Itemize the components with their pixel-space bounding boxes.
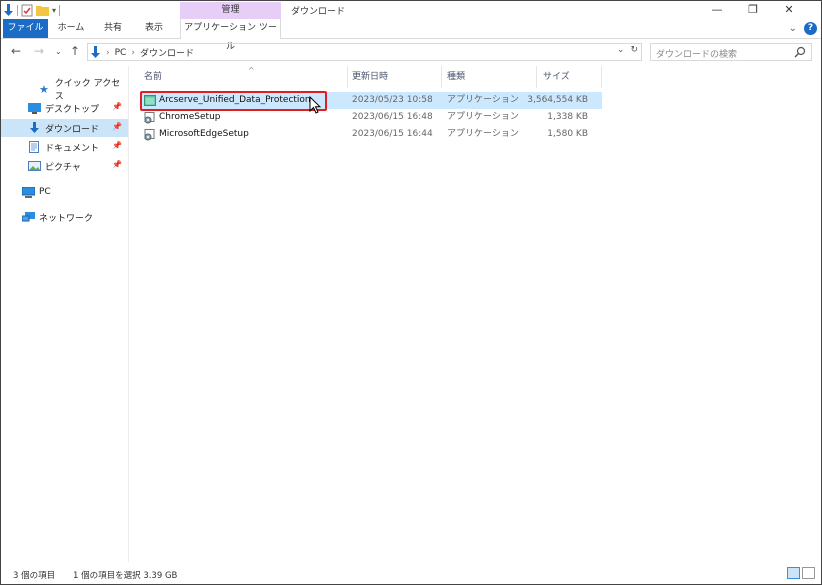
column-label: サイズ [543, 72, 570, 82]
nav-label: ドキュメント [45, 143, 100, 154]
column-header-size[interactable]: サイズ [537, 66, 602, 88]
column-header-name[interactable]: ^ 名前 [140, 66, 348, 88]
file-size: 1,338 KB [547, 112, 588, 122]
nav-network[interactable]: ネットワーク [1, 208, 128, 226]
up-icon[interactable]: ↑ [70, 44, 80, 58]
column-label: 名前 [144, 72, 163, 82]
nav-label: ダウンロード [45, 124, 100, 135]
nav-label: デスクトップ [45, 104, 100, 115]
back-icon[interactable]: ← [11, 44, 21, 58]
properties-icon[interactable] [21, 4, 33, 17]
tab-file[interactable]: ファイル [3, 19, 48, 38]
computer-icon [21, 186, 35, 198]
nav-label: ピクチャ [45, 162, 81, 173]
file-date: 2023/06/15 16:44 [352, 129, 433, 139]
down-arrow-icon[interactable] [3, 3, 14, 17]
column-header-type[interactable]: 種類 [442, 66, 537, 88]
setup-app-icon [144, 111, 155, 123]
nav-label: PC [39, 187, 51, 197]
navigation-bar: ← → ⌄ ↑ › PC › ダウンロード ⌄ ↻ ダウンロードの検索 [1, 40, 821, 64]
help-icon[interactable]: ? [804, 22, 817, 35]
customize-toolbar-icon[interactable]: ▾ [52, 6, 56, 15]
nav-pictures[interactable]: ピクチャ 📌 [1, 157, 128, 175]
quick-access-toolbar: ▾ [3, 3, 61, 17]
nav-desktop[interactable]: デスクトップ 📌 [1, 99, 128, 117]
file-type: アプリケーション [447, 129, 519, 139]
file-name-label: ChromeSetup [159, 112, 221, 122]
window-title: ダウンロード [291, 7, 346, 17]
table-row[interactable]: MicrosoftEdgeSetup 2023/06/15 16:44 アプリケ… [140, 126, 602, 143]
expand-ribbon-icon[interactable]: ⌄ [789, 23, 797, 34]
network-icon [21, 211, 35, 223]
address-bar[interactable]: › PC › ダウンロード ⌄ ↻ [87, 43, 642, 61]
breadcrumb-separator: › [106, 47, 110, 58]
address-dropdown-icon[interactable]: ⌄ [617, 45, 625, 55]
download-folder-icon [91, 46, 100, 58]
file-list: ^ 名前 更新日時 種類 サイズ Arcserve_Unified_Data_P… [130, 66, 820, 562]
context-group-label: 管理 [180, 2, 281, 20]
nav-label: ネットワーク [39, 213, 94, 224]
star-icon: ★ [38, 82, 49, 96]
pin-icon[interactable]: 📌 [112, 102, 122, 111]
document-icon [27, 141, 41, 153]
minimize-button[interactable]: — [699, 2, 735, 18]
file-date: 2023/05/23 10:58 [352, 95, 433, 105]
tab-share[interactable]: 共有 [99, 19, 127, 38]
status-bar: 3 個の項目 1 個の項目を選択 3.39 GB [1, 565, 821, 583]
nav-pc[interactable]: PC [1, 183, 128, 201]
table-row[interactable]: ChromeSetup 2023/06/15 16:48 アプリケーション 1,… [140, 109, 602, 126]
breadcrumb-pc[interactable]: PC [115, 48, 127, 58]
desktop-icon [27, 102, 41, 114]
large-icons-view-button[interactable] [802, 567, 815, 579]
search-icon[interactable] [794, 45, 806, 59]
pin-icon[interactable]: 📌 [112, 160, 122, 169]
title-bar: ▾ 管理 ダウンロード — ❐ ✕ [1, 1, 821, 20]
column-label: 種類 [447, 72, 466, 82]
mouse-pointer-icon [309, 96, 321, 114]
sort-caret-icon: ^ [248, 66, 255, 75]
new-folder-icon[interactable] [36, 4, 49, 16]
close-button[interactable]: ✕ [771, 2, 807, 18]
navigation-pane: ★ クイック アクセス デスクトップ 📌 ダウンロード 📌 ドキュメント 📌 ピ… [1, 66, 129, 562]
column-label: 更新日時 [352, 72, 389, 82]
file-name-label: MicrosoftEdgeSetup [159, 129, 249, 139]
download-arrow-icon [27, 122, 41, 134]
forward-icon[interactable]: → [34, 44, 44, 58]
maximize-button[interactable]: ❐ [735, 2, 771, 18]
ribbon-tabs: ファイル ホーム 共有 表示 アプリケーション ツール ⌄ ? [1, 19, 821, 52]
nav-downloads[interactable]: ダウンロード 📌 [1, 119, 128, 137]
nav-documents[interactable]: ドキュメント 📌 [1, 138, 128, 156]
setup-app-icon [144, 128, 155, 140]
highlight-box [140, 91, 327, 111]
file-size: 1,580 KB [547, 129, 588, 139]
file-type: アプリケーション [447, 95, 519, 105]
breadcrumb-separator: › [131, 47, 135, 58]
column-header-date[interactable]: 更新日時 [348, 66, 442, 88]
file-type: アプリケーション [447, 112, 519, 122]
file-name: ChromeSetup [144, 109, 221, 126]
toolbar-separator [17, 4, 18, 16]
tab-application-tools[interactable]: アプリケーション ツール [180, 19, 281, 52]
file-size: 3,564,554 KB [527, 95, 588, 105]
selection-info: 1 個の項目を選択 3.39 GB [73, 571, 178, 581]
toolbar-separator [59, 4, 61, 16]
pin-icon[interactable]: 📌 [112, 141, 122, 150]
nav-quick-access[interactable]: ★ クイック アクセス [1, 79, 128, 102]
tab-view[interactable]: 表示 [139, 19, 169, 38]
pictures-icon [27, 160, 41, 172]
breadcrumb-downloads[interactable]: ダウンロード [140, 46, 194, 59]
details-view-button[interactable] [787, 567, 800, 579]
tab-home[interactable]: ホーム [56, 19, 86, 38]
search-placeholder: ダウンロードの検索 [656, 50, 738, 60]
item-count: 3 個の項目 [13, 571, 56, 581]
search-input[interactable]: ダウンロードの検索 [650, 43, 812, 61]
recent-locations-icon[interactable]: ⌄ [55, 47, 62, 56]
file-name: MicrosoftEdgeSetup [144, 126, 249, 143]
pin-icon[interactable]: 📌 [112, 122, 122, 131]
refresh-icon[interactable]: ↻ [630, 45, 638, 55]
file-date: 2023/06/15 16:48 [352, 112, 433, 122]
